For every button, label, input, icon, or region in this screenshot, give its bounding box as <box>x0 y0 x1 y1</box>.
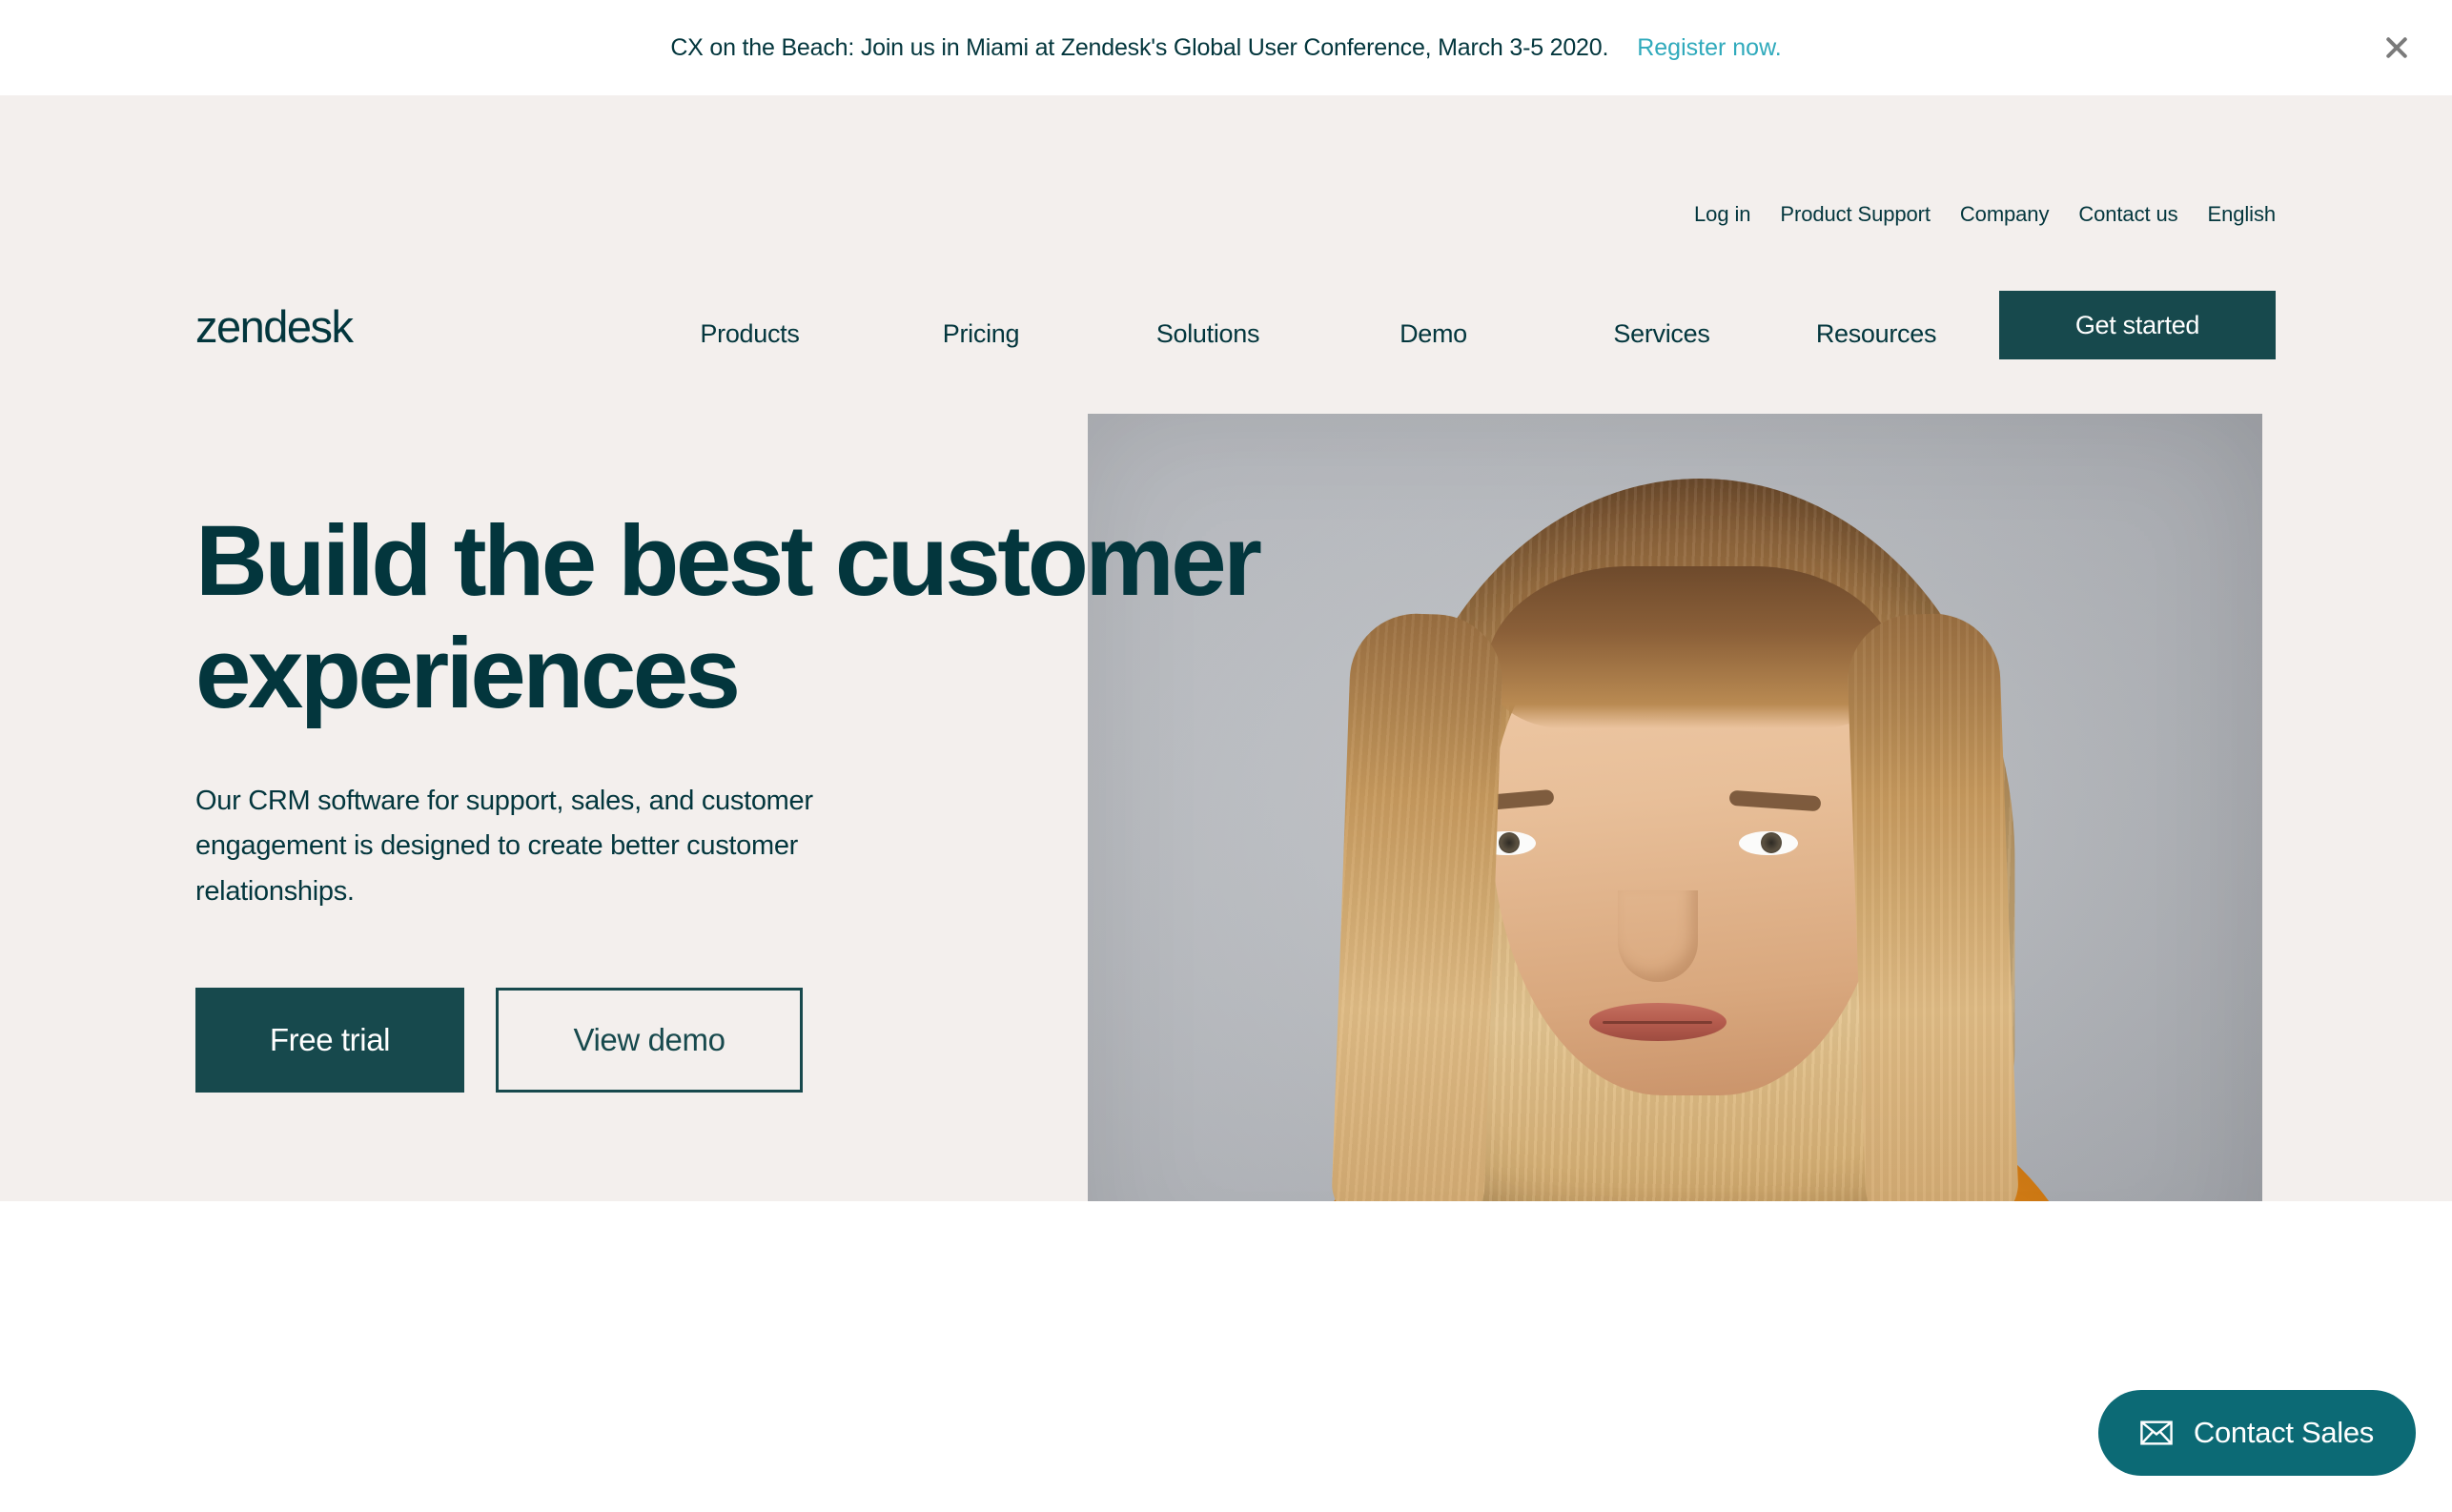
nav-item-resources[interactable]: Resources <box>1781 319 1972 349</box>
announcement-banner-content: CX on the Beach: Join us in Miami at Zen… <box>670 34 1781 62</box>
hero-subtitle: Our CRM software for support, sales, and… <box>195 786 813 907</box>
close-icon[interactable] <box>2376 27 2418 69</box>
utility-nav-item-company[interactable]: Company <box>1960 202 2050 227</box>
utility-nav-item-english[interactable]: English <box>2208 202 2277 227</box>
portrait-hair-front-left <box>1330 611 1505 1201</box>
hero-section: Log in Product Support Company Contact u… <box>0 95 2452 1201</box>
get-started-button[interactable]: Get started <box>1999 291 2276 359</box>
portrait-iris-left <box>1498 832 1520 853</box>
nav-item-services[interactable]: Services <box>1543 319 1781 349</box>
main-navigation: zendesk Products Pricing Solutions Demo … <box>0 291 2452 373</box>
portrait-iris-right <box>1760 832 1782 853</box>
utility-nav-item-log-in[interactable]: Log in <box>1694 202 1750 227</box>
register-now-link[interactable]: Register now. <box>1637 34 1781 62</box>
portrait-eye-right <box>1738 831 1798 855</box>
free-trial-button[interactable]: Free trial <box>195 987 464 1093</box>
utility-nav-item-product-support[interactable]: Product Support <box>1780 202 1931 227</box>
hero-title-line-1: Build the best customer <box>195 505 1262 617</box>
nav-item-solutions[interactable]: Solutions <box>1092 319 1324 349</box>
page-title: Build the best customer experiences <box>195 505 1330 729</box>
customer-section: We’re all about the customer SUPPORT SAL… <box>0 1201 2452 1512</box>
hero-content: Build the best customer experiences Our … <box>195 505 1330 1093</box>
portrait-hair-front-texture-right <box>1845 611 2020 1201</box>
primary-nav-links: Products Pricing Solutions Demo Services… <box>629 319 1972 349</box>
view-demo-button[interactable]: View demo <box>496 987 803 1093</box>
zendesk-logo[interactable]: zendesk <box>195 304 354 349</box>
announcement-text: CX on the Beach: Join us in Miami at Zen… <box>670 33 1609 61</box>
hero-cta-group: Free trial View demo <box>195 987 1330 1093</box>
portrait-hair-fringe <box>1486 566 1897 728</box>
envelope-icon <box>2140 1420 2173 1445</box>
contact-sales-button[interactable]: Contact Sales <box>2097 1390 2416 1476</box>
portrait-hair-front-texture-left <box>1330 611 1505 1201</box>
portrait-hair-front-right <box>1845 611 2020 1201</box>
utility-nav-item-contact-us[interactable]: Contact us <box>2078 202 2177 227</box>
portrait-nose <box>1618 890 1698 982</box>
utility-nav: Log in Product Support Company Contact u… <box>1694 202 2276 227</box>
nav-item-pricing[interactable]: Pricing <box>870 319 1092 349</box>
nav-item-products[interactable]: Products <box>629 319 870 349</box>
nav-item-demo[interactable]: Demo <box>1324 319 1543 349</box>
contact-sales-label: Contact Sales <box>2193 1416 2374 1449</box>
announcement-banner: CX on the Beach: Join us in Miami at Zen… <box>0 0 2452 95</box>
portrait-mouth <box>1588 1003 1727 1041</box>
hero-title-line-2: experiences <box>195 617 741 729</box>
